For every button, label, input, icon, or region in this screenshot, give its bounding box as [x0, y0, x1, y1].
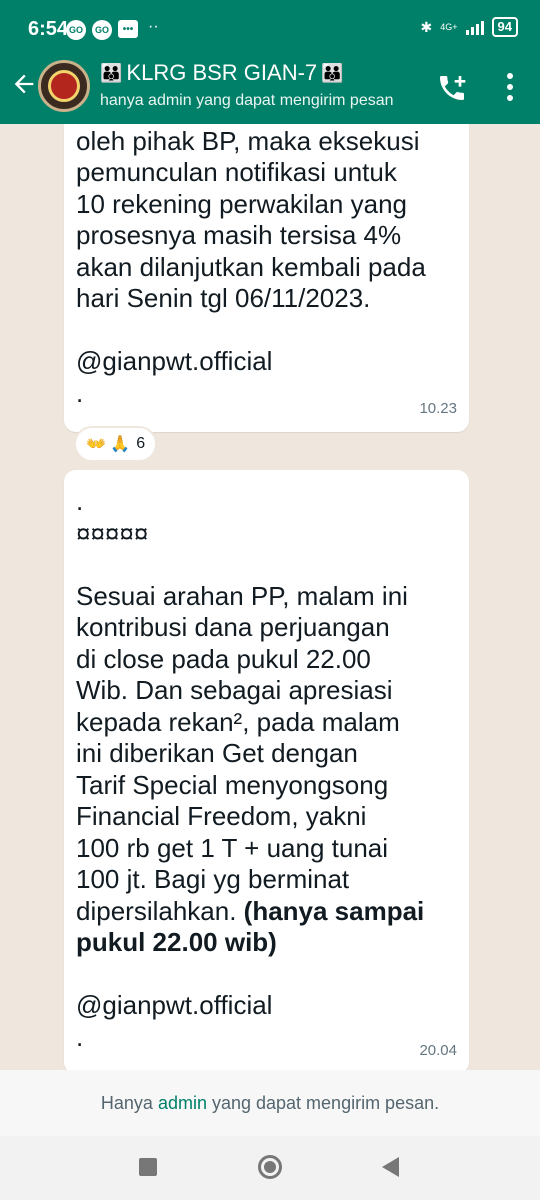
- message-reactions[interactable]: 👐 🙏 6: [74, 426, 158, 462]
- back-icon[interactable]: [382, 1157, 399, 1177]
- message-bubble[interactable]: PP (nasabah) yang disetujui oleh pihak B…: [64, 124, 469, 432]
- add-call-icon[interactable]: [436, 72, 468, 104]
- reaction-count: 6: [136, 435, 146, 452]
- network-type-label: 4G+: [440, 21, 458, 32]
- group-logo-icon: [48, 70, 80, 102]
- chat-header: 👪 KLRG BSR GIAN-7 👪 hanya admin yang dap…: [0, 50, 540, 124]
- message-signature: @gianpwt.official .: [76, 990, 273, 1052]
- message-notification-icon: •••: [118, 20, 138, 38]
- message-body: . ¤¤¤¤¤ Sesuai arahan PP, malam ini kont…: [76, 486, 408, 926]
- arrow-left-icon[interactable]: [10, 70, 38, 98]
- go-badge-icon: GO: [66, 20, 86, 40]
- admin-only-notice: Hanya admin yang dapat mengirim pesan.: [0, 1070, 540, 1136]
- group-avatar[interactable]: [38, 60, 90, 112]
- more-vert-icon[interactable]: [500, 70, 520, 104]
- system-nav-bar: [0, 1136, 540, 1200]
- status-system-icons: ✱ 4G+ 94: [421, 17, 518, 37]
- notice-prefix: Hanya: [100, 1093, 158, 1113]
- chat-title-row[interactable]: 👪 KLRG BSR GIAN-7 👪: [100, 60, 344, 86]
- message-text: PP (nasabah) yang disetujui oleh pihak B…: [76, 125, 426, 408]
- admin-link[interactable]: admin: [158, 1093, 207, 1113]
- battery-icon: 94: [491, 17, 518, 37]
- message-text: . ¤¤¤¤¤ Sesuai arahan PP, malam ini kont…: [76, 470, 469, 1053]
- family-emoji-icon: 👪: [321, 62, 344, 83]
- go-badge-icon: GO: [92, 20, 112, 40]
- chat-area[interactable]: PP (nasabah) yang disetujui oleh pihak B…: [0, 124, 540, 1070]
- status-notification-icons: GO GO ••• ··: [66, 18, 159, 40]
- status-bar: 6:54 GO GO ••• ·· ✱ 4G+ 94: [0, 0, 540, 50]
- more-notifications-icon: ··: [148, 18, 159, 35]
- chat-title: KLRG BSR GIAN-7: [126, 60, 318, 85]
- reaction-emojis: 👐 🙏: [86, 436, 131, 453]
- home-icon[interactable]: [258, 1155, 282, 1179]
- chat-subtitle: hanya admin yang dapat mengirim pesan: [100, 92, 394, 109]
- notice-suffix: yang dapat mengirim pesan.: [206, 1093, 440, 1113]
- message-time: 20.04: [419, 1041, 457, 1059]
- recent-apps-icon[interactable]: [139, 1158, 157, 1176]
- message-bubble[interactable]: . ¤¤¤¤¤ Sesuai arahan PP, malam ini kont…: [64, 470, 469, 1070]
- message-time: 10.23: [419, 399, 457, 417]
- signal-strength-icon: [465, 19, 484, 35]
- status-time: 6:54: [28, 18, 69, 40]
- bluetooth-icon: ✱: [420, 18, 433, 35]
- family-emoji-icon: 👪: [100, 62, 123, 83]
